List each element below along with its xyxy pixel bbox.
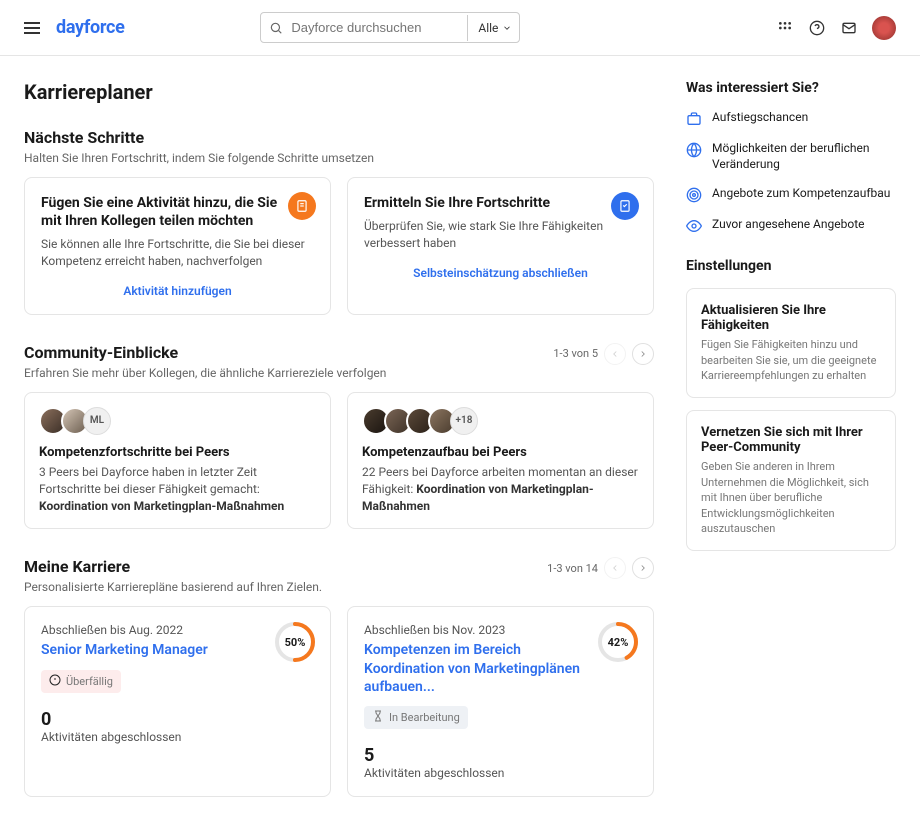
community-title: Community-Einblicke: [24, 343, 386, 362]
hourglass-icon: [372, 710, 384, 725]
card-title: Ermitteln Sie Ihre Fortschritte: [364, 194, 637, 212]
progress-ring: 42%: [597, 621, 639, 663]
interest-item-skills[interactable]: Angebote zum Kompetenzaufbau: [686, 186, 896, 203]
logo[interactable]: dayforce: [56, 17, 125, 38]
top-icons: [776, 16, 896, 40]
activity-badge-icon: [288, 192, 316, 220]
peer-card-title: Kompetenzfortschritte bei Peers: [39, 445, 316, 460]
target-icon: [686, 187, 702, 203]
settings-card-title: Aktualisieren Sie Ihre Fähigkeiten: [701, 303, 881, 333]
pager-text: 1-3 von 14: [547, 562, 598, 575]
pager-text: 1-3 von 5: [553, 347, 598, 360]
add-activity-link[interactable]: Aktivität hinzufügen: [41, 284, 314, 298]
interests-title: Was interessiert Sie?: [686, 80, 896, 96]
career-card: 42% Abschließen bis Nov. 2023 Kompetenze…: [347, 606, 654, 797]
status-chip-progress: In Bearbeitung: [364, 706, 468, 729]
next-step-card: Ermitteln Sie Ihre Fortschritte Überprüf…: [347, 177, 654, 315]
search-box[interactable]: Alle: [260, 12, 520, 43]
chevron-right-icon: [638, 563, 648, 573]
peer-card[interactable]: +18 Kompetenzaufbau bei Peers 22 Peers b…: [347, 392, 654, 529]
activities-label: Aktivitäten abgeschlossen: [364, 766, 637, 780]
interest-item-promotion[interactable]: Aufstiegschancen: [686, 110, 896, 127]
card-body: Überprüfen Sie, wie stark Sie Ihre Fähig…: [364, 218, 637, 252]
search-icon: [261, 21, 291, 35]
pager-next-button[interactable]: [632, 557, 654, 579]
interest-item-change[interactable]: Möglichkeiten der beruflichen Veränderun…: [686, 141, 896, 172]
status-chip-overdue: Überfällig: [41, 670, 121, 693]
page-title: Karriereplaner: [24, 80, 654, 104]
career-card: 50% Abschließen bis Aug. 2022 Senior Mar…: [24, 606, 331, 797]
card-body: Sie können alle Ihre Fortschritte, die S…: [41, 236, 314, 270]
settings-card-skills[interactable]: Aktualisieren Sie Ihre Fähigkeiten Fügen…: [686, 288, 896, 398]
activities-count: 5: [364, 745, 637, 766]
pager-next-button[interactable]: [632, 343, 654, 365]
peer-card-title: Kompetenzaufbau bei Peers: [362, 445, 639, 460]
progress-badge-icon: [611, 192, 639, 220]
next-steps-title: Nächste Schritte: [24, 128, 654, 147]
career-pager: 1-3 von 14: [547, 557, 654, 579]
search-input[interactable]: [291, 13, 467, 42]
self-assessment-link[interactable]: Selbsteinschätzung abschließen: [364, 266, 637, 280]
career-title: Meine Karriere: [24, 557, 322, 576]
activities-label: Aktivitäten abgeschlossen: [41, 730, 314, 744]
card-title: Fügen Sie eine Aktivität hinzu, die Sie …: [41, 194, 314, 230]
peer-card-body: 22 Peers bei Dayforce arbeiten momentan …: [362, 464, 639, 514]
community-pager: 1-3 von 5: [553, 343, 654, 365]
user-avatar[interactable]: [872, 16, 896, 40]
chevron-right-icon: [638, 349, 648, 359]
settings-card-connect[interactable]: Vernetzen Sie sich mit Ihrer Peer-Commun…: [686, 410, 896, 551]
chevron-down-icon: [502, 23, 512, 33]
settings-title: Einstellungen: [686, 258, 896, 274]
progress-ring: 50%: [274, 621, 316, 663]
help-icon[interactable]: [808, 19, 826, 37]
peer-avatars: ML: [39, 407, 316, 435]
settings-card-title: Vernetzen Sie sich mit Ihrer Peer-Commun…: [701, 425, 881, 455]
alert-icon: [49, 674, 61, 689]
mail-icon[interactable]: [840, 19, 858, 37]
peer-card-body: 3 Peers bei Dayforce haben in letzter Ze…: [39, 464, 316, 514]
search-filter[interactable]: Alle: [467, 15, 520, 41]
settings-card-body: Fügen Sie Fähigkeiten hinzu und bearbeit…: [701, 337, 881, 383]
chevron-left-icon: [610, 349, 620, 359]
peer-card[interactable]: ML Kompetenzfortschritte bei Peers 3 Pee…: [24, 392, 331, 529]
menu-button[interactable]: [24, 22, 40, 34]
chevron-left-icon: [610, 563, 620, 573]
peer-avatars: +18: [362, 407, 639, 435]
pager-prev-button[interactable]: [604, 343, 626, 365]
topbar: dayforce Alle: [0, 0, 920, 56]
apps-icon[interactable]: [776, 19, 794, 37]
peer-avatar-more: ML: [83, 407, 111, 435]
activities-count: 0: [41, 709, 314, 730]
peer-avatar-more: +18: [450, 407, 478, 435]
career-subtitle: Personalisierte Karrierepläne basierend …: [24, 580, 322, 594]
next-step-card: Fügen Sie eine Aktivität hinzu, die Sie …: [24, 177, 331, 315]
next-steps-subtitle: Halten Sie Ihren Fortschritt, indem Sie …: [24, 151, 654, 165]
pager-prev-button[interactable]: [604, 557, 626, 579]
community-subtitle: Erfahren Sie mehr über Kollegen, die ähn…: [24, 366, 386, 380]
globe-icon: [686, 142, 702, 158]
interest-item-viewed[interactable]: Zuvor angesehene Angebote: [686, 217, 896, 234]
briefcase-icon: [686, 111, 702, 127]
eye-icon: [686, 218, 702, 234]
settings-card-body: Geben Sie anderen in Ihrem Unternehmen d…: [701, 459, 881, 536]
